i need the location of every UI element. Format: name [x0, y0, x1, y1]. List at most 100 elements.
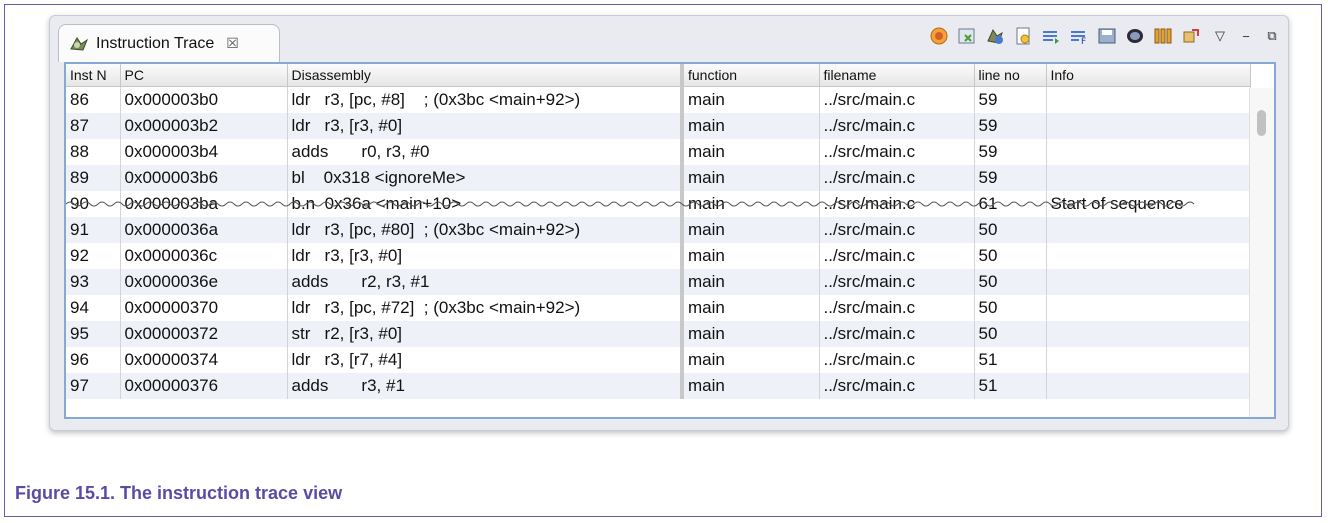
- cell-function: main: [680, 86, 820, 113]
- cell-line-no: 59: [974, 165, 1047, 191]
- table-row[interactable]: 88 0x000003b4 adds r0, r3, #0 main ../src/ma…: [66, 139, 1251, 165]
- config-icon[interactable]: [956, 25, 978, 47]
- table-row[interactable]: 86 0x000003b0 ldr r3, [pc, #8] ; (0x3bc <m…: [66, 86, 1251, 113]
- cell-function: main: [680, 295, 820, 321]
- cell-filename: ../src/main.c: [819, 165, 975, 191]
- columns-icon[interactable]: [1152, 25, 1174, 47]
- cell-function: main: [680, 139, 820, 165]
- cell-info: [1046, 86, 1251, 113]
- cell-pc: 0x00000370: [120, 295, 288, 321]
- cell-filename: ../src/main.c: [819, 347, 975, 373]
- column-header-filename[interactable]: filename: [819, 64, 975, 87]
- cell-line-no: 50: [974, 243, 1047, 269]
- cell-info: [1046, 243, 1251, 269]
- cell-filename: ../src/main.c: [819, 217, 975, 243]
- tab-close-icon[interactable]: ☒: [226, 35, 239, 52]
- stop-icon[interactable]: [1124, 25, 1146, 47]
- scrollbar-thumb[interactable]: [1257, 110, 1266, 136]
- column-header-pc[interactable]: PC: [120, 64, 288, 87]
- vertical-scrollbar[interactable]: [1249, 88, 1274, 417]
- cell-info: [1046, 295, 1251, 321]
- sequence-break-marker: [66, 201, 1195, 207]
- cell-filename: ../src/main.c: [819, 86, 975, 113]
- cell-info: [1046, 269, 1251, 295]
- table-header-row: Inst N PC Disassembly function filename …: [66, 64, 1251, 87]
- cell-disassembly: str r2, [r3, #0]: [287, 321, 683, 347]
- cell-pc: 0x00000374: [120, 347, 288, 373]
- cell-line-no: 51: [974, 347, 1047, 373]
- instruction-trace-view: Instruction Trace ☒ F ▽ − ⧉ Inst N PC Di…: [49, 15, 1289, 431]
- cell-function: main: [680, 373, 820, 399]
- save-icon[interactable]: [1096, 25, 1118, 47]
- cell-line-no: 51: [974, 373, 1047, 399]
- cell-disassembly: adds r3, #1: [287, 373, 683, 399]
- cell-pc: 0x000003b6: [120, 165, 288, 191]
- cell-line-no: 59: [974, 86, 1047, 113]
- table-row[interactable]: 92 0x0000036c ldr r3, [r3, #0] main ../src/m…: [66, 243, 1251, 269]
- refresh-trace-icon[interactable]: [928, 25, 950, 47]
- cell-inst-n: 95: [66, 321, 121, 347]
- column-header-disassembly[interactable]: Disassembly: [287, 64, 683, 87]
- cell-pc: 0x00000372: [120, 321, 288, 347]
- column-header-info[interactable]: Info: [1046, 64, 1251, 87]
- table-row[interactable]: 95 0x00000372 str r2, [r3, #0] main ../src/m…: [66, 321, 1251, 347]
- cell-inst-n: 89: [66, 165, 121, 191]
- cell-filename: ../src/main.c: [819, 295, 975, 321]
- cell-pc: 0x000003b0: [120, 86, 288, 113]
- cell-inst-n: 92: [66, 243, 121, 269]
- table-row[interactable]: 91 0x0000036a ldr r3, [pc, #80] ; (0x3bc <…: [66, 217, 1251, 243]
- cell-pc: 0x00000376: [120, 373, 288, 399]
- cell-line-no: 50: [974, 321, 1047, 347]
- export-icon[interactable]: [1012, 25, 1034, 47]
- cell-line-no: 59: [974, 113, 1047, 139]
- svg-text:F: F: [1081, 37, 1086, 46]
- cell-function: main: [680, 243, 820, 269]
- cell-pc: 0x000003b4: [120, 139, 288, 165]
- column-header-function[interactable]: function: [680, 64, 820, 87]
- cell-disassembly: ldr r3, [r3, #0]: [287, 113, 683, 139]
- cell-filename: ../src/main.c: [819, 139, 975, 165]
- column-header-inst-n[interactable]: Inst N: [66, 64, 121, 87]
- restore-icon[interactable]: ⧉: [1264, 27, 1280, 45]
- cell-inst-n: 87: [66, 113, 121, 139]
- cell-inst-n: 93: [66, 269, 121, 295]
- table-row[interactable]: 87 0x000003b2 ldr r3, [r3, #0] main ../src/m…: [66, 113, 1251, 139]
- capture-icon[interactable]: [984, 25, 1006, 47]
- cell-info: [1046, 165, 1251, 191]
- cell-disassembly: bl 0x318 <ignoreMe>: [287, 165, 683, 191]
- view-toolbar: F ▽ − ⧉: [928, 25, 1280, 47]
- trace-table[interactable]: Inst N PC Disassembly function filename …: [64, 62, 1276, 419]
- table-row[interactable]: 93 0x0000036e adds r2, r3, #1 main ../src/ma…: [66, 269, 1251, 295]
- cell-info: [1046, 373, 1251, 399]
- cell-function: main: [680, 113, 820, 139]
- format-icon[interactable]: F: [1068, 25, 1090, 47]
- cell-pc: 0x000003b2: [120, 113, 288, 139]
- view-menu-icon[interactable]: ▽: [1212, 27, 1228, 45]
- cell-disassembly: adds r0, r3, #0: [287, 139, 683, 165]
- trace-view-icon: [69, 35, 89, 53]
- cell-inst-n: 91: [66, 217, 121, 243]
- minimize-icon[interactable]: −: [1238, 27, 1254, 45]
- cell-inst-n: 86: [66, 86, 121, 113]
- table-row[interactable]: 96 0x00000374 ldr r3, [r7, #4] main ../src/m…: [66, 347, 1251, 373]
- filter-icon[interactable]: [1040, 25, 1062, 47]
- cell-filename: ../src/main.c: [819, 243, 975, 269]
- cell-function: main: [680, 269, 820, 295]
- cell-filename: ../src/main.c: [819, 321, 975, 347]
- cell-info: [1046, 321, 1251, 347]
- cell-filename: ../src/main.c: [819, 269, 975, 295]
- tab-title: Instruction Trace: [96, 34, 215, 52]
- cell-inst-n: 97: [66, 373, 121, 399]
- cell-pc: 0x0000036c: [120, 243, 288, 269]
- view-tab-bar: Instruction Trace ☒ F ▽ − ⧉: [50, 16, 1288, 62]
- figure-caption: Figure 15.1. The instruction trace view: [15, 483, 343, 503]
- link-icon[interactable]: [1180, 25, 1202, 47]
- column-header-line-no[interactable]: line no: [974, 64, 1047, 87]
- cell-disassembly: ldr r3, [pc, #8] ; (0x3bc <main+92>): [287, 86, 683, 113]
- tab-instruction-trace[interactable]: Instruction Trace ☒: [58, 24, 280, 62]
- table-row[interactable]: 94 0x00000370 ldr r3, [pc, #72] ; (0x3bc <…: [66, 295, 1251, 321]
- cell-disassembly: ldr r3, [r7, #4]: [287, 347, 683, 373]
- table-row[interactable]: 89 0x000003b6 bl 0x318 <ignoreMe> main ../sr…: [66, 165, 1251, 191]
- cell-inst-n: 88: [66, 139, 121, 165]
- table-row[interactable]: 97 0x00000376 adds r3, #1 main ../src/main.c…: [66, 373, 1251, 399]
